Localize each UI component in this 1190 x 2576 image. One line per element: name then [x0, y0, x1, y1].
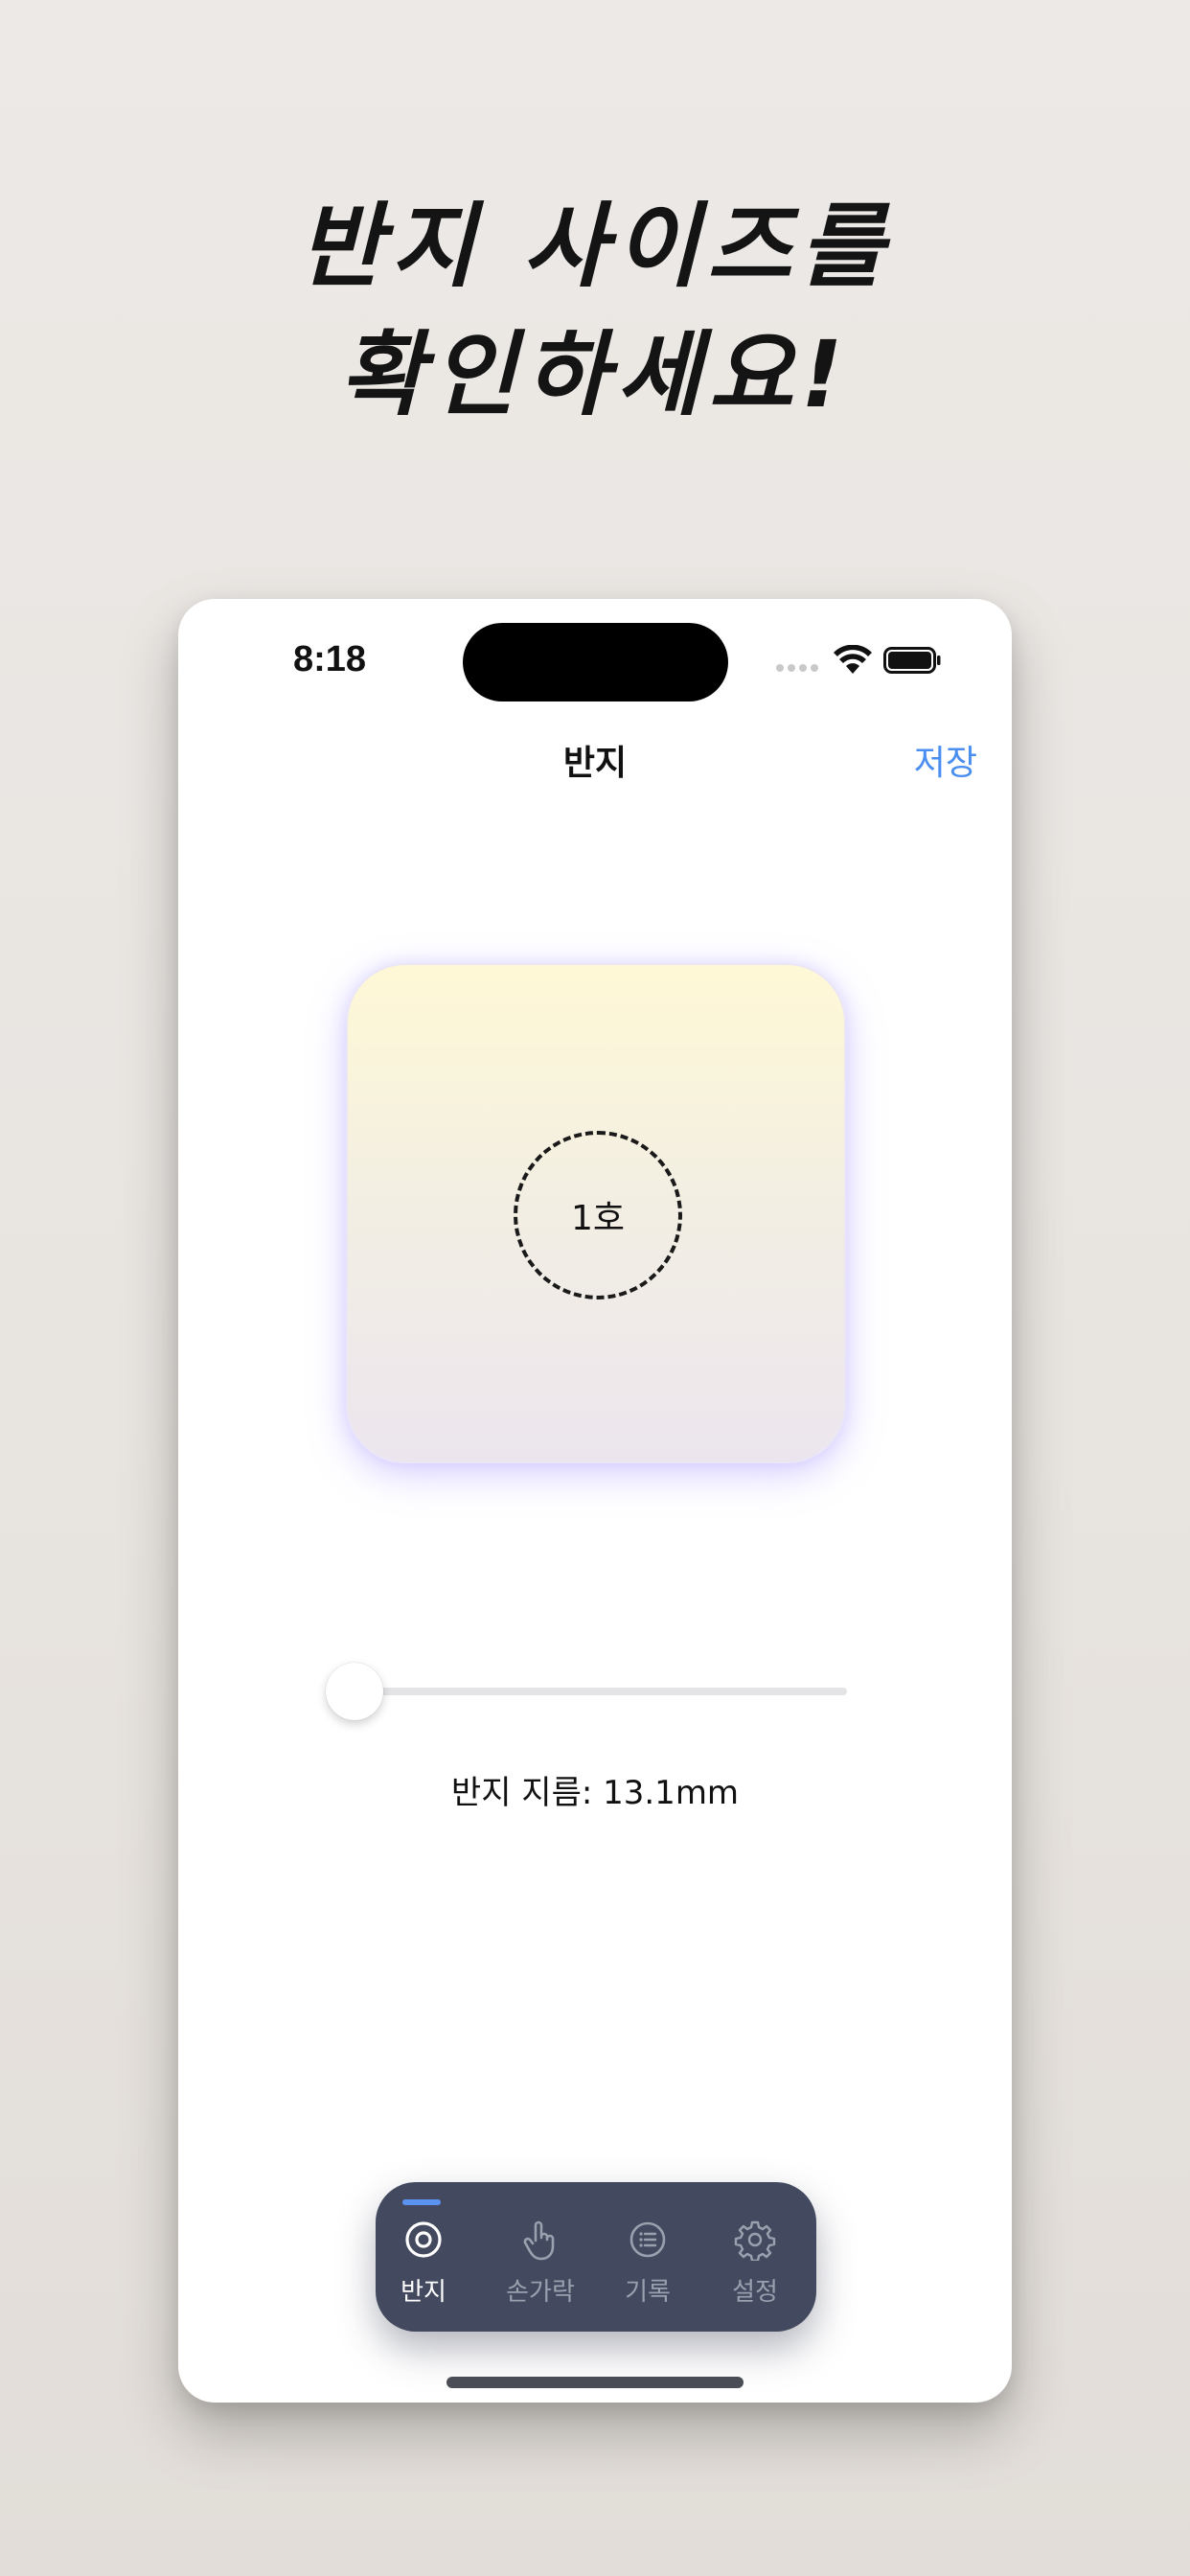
tab-ring-label: 반지: [400, 2278, 446, 2307]
marketing-headline: 반지 사이즈를 확인하세요!: [0, 182, 1190, 439]
list-icon: [629, 2221, 666, 2258]
tab-bar: 반지 손가락 기록 설정: [376, 2182, 816, 2332]
active-tab-indicator: [402, 2199, 441, 2205]
tab-history[interactable]: 기록: [600, 2211, 696, 2316]
headline-line-2: 확인하세요!: [339, 321, 851, 428]
gear-icon: [734, 2220, 776, 2261]
phone-screen: 8:18 반지 저장 1호 반지 지름: 13.1mm 반지 손가락 기록 설정: [178, 599, 1012, 2403]
ring-size-label: 1호: [570, 1199, 626, 1238]
tab-settings[interactable]: 설정: [707, 2211, 803, 2316]
ring-icon: [405, 2221, 442, 2258]
save-button[interactable]: 저장: [914, 735, 977, 785]
ring-size-slider-track[interactable]: [355, 1688, 847, 1695]
nav-title: 반지: [562, 743, 628, 782]
wifi-icon: [834, 645, 872, 674]
ring-diameter-text: 반지 지름: 13.1mm: [450, 1774, 740, 1812]
dynamic-island: [463, 623, 728, 702]
ring-size-slider-thumb[interactable]: [326, 1663, 383, 1720]
ring-preview-card: 1호: [346, 963, 846, 1463]
status-time: 8:18: [293, 639, 367, 679]
tab-finger[interactable]: 손가락: [492, 2211, 588, 2316]
headline-line-1: 반지 사이즈를: [298, 193, 892, 300]
home-indicator: [446, 2377, 744, 2388]
tab-history-label: 기록: [625, 2278, 671, 2307]
cellular-signal-icon: [776, 664, 820, 672]
tab-settings-label: 설정: [732, 2278, 778, 2307]
tab-finger-label: 손가락: [506, 2278, 575, 2307]
ring-size-circle: 1호: [514, 1131, 682, 1300]
battery-icon: [883, 647, 941, 674]
hand-icon: [523, 2220, 555, 2261]
tab-ring[interactable]: 반지: [376, 2211, 471, 2316]
